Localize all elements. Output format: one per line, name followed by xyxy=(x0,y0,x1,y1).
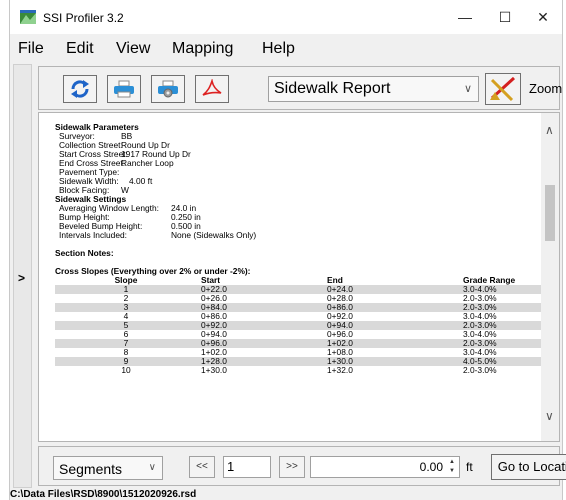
maximize-button[interactable]: ☐ xyxy=(490,6,520,28)
param-row: Beveled Bump Height: 0.500 in xyxy=(55,222,535,231)
chevron-down-icon: ∨ xyxy=(148,462,156,473)
zoom-tools-icon xyxy=(490,76,516,102)
left-panel-toggle[interactable]: > xyxy=(13,64,32,488)
pdf-export-button[interactable] xyxy=(195,75,229,103)
go-to-location-button[interactable]: Go to Location xyxy=(491,454,566,480)
chevron-down-icon: ∨ xyxy=(463,83,472,95)
table-row: 10 1+30.0 1+32.0 2.0-3.0% xyxy=(55,366,543,375)
navigation-bar: Segments ∨ << 1 >> 0.00 ▲ ▼ ft Go to Loca… xyxy=(38,446,566,486)
menu-edit[interactable]: Edit xyxy=(66,40,94,58)
report-type-dropdown[interactable]: Sidewalk Report ∨ xyxy=(268,76,479,102)
report-type-value: Sidewalk Report xyxy=(274,80,391,97)
param-row: Intervals Included: None (Sidewalks Only) xyxy=(55,231,535,240)
menu-mapping[interactable]: Mapping xyxy=(172,40,233,58)
table-cell: 1+32.0 xyxy=(327,365,353,375)
minimize-button[interactable]: — xyxy=(450,6,480,28)
report-content: Sidewalk Parameters Surveyor: BB Collectio… xyxy=(55,123,543,375)
title-bar: SSI Profiler 3.2 — ☐ ✕ xyxy=(10,0,562,34)
param-row: End Cross Street: Rancher Loop xyxy=(55,159,535,168)
settings-list: Averaging Window Length: 24.0 in Bump Heig… xyxy=(55,204,535,240)
param-value: None (Sidewalks Only) xyxy=(171,230,257,240)
distance-input[interactable]: 0.00 ▲ ▼ xyxy=(310,456,460,478)
expand-arrow-icon: > xyxy=(18,271,26,285)
page-number-input[interactable]: 1 xyxy=(223,456,271,478)
cross-slopes-table: Slope Start End Grade Range 1 0+22.0 0+24.… xyxy=(55,276,543,375)
distance-unit: ft xyxy=(466,460,473,474)
menu-file[interactable]: File xyxy=(18,40,44,58)
distance-value: 0.00 xyxy=(419,460,443,474)
menu-help[interactable]: Help xyxy=(262,40,295,58)
print-settings-button[interactable] xyxy=(151,75,185,103)
param-row: Block Facing: W xyxy=(55,186,535,195)
refresh-icon xyxy=(71,80,89,98)
close-button[interactable]: ✕ xyxy=(528,6,558,28)
param-value: W xyxy=(121,185,129,195)
next-page-button[interactable]: >> xyxy=(279,456,305,478)
zoom-label: Zoom xyxy=(529,81,563,96)
refresh-button[interactable] xyxy=(63,75,97,103)
param-value: Rancher Loop xyxy=(121,158,174,168)
report-view[interactable]: Sidewalk Parameters Surveyor: BB Collectio… xyxy=(38,112,560,442)
menu-bar: File Edit View Mapping Help xyxy=(10,34,562,62)
toolbar: Sidewalk Report ∨ Zoom xyxy=(38,66,563,110)
print-settings-icon xyxy=(158,80,178,98)
spinner-icon[interactable]: ▲ ▼ xyxy=(447,458,457,476)
zoom-button[interactable] xyxy=(485,73,521,105)
pdf-icon xyxy=(202,79,222,96)
printer-icon xyxy=(114,80,134,98)
vertical-scrollbar[interactable]: ∧ ∨ xyxy=(541,113,559,441)
params-list: Surveyor: BB Collection Street: Round Up Dr… xyxy=(55,132,535,195)
window-title: SSI Profiler 3.2 xyxy=(43,11,124,25)
menu-view[interactable]: View xyxy=(116,40,150,58)
app-icon xyxy=(20,10,36,24)
app-window: SSI Profiler 3.2 — ☐ ✕ File Edit View Ma… xyxy=(9,0,566,500)
scroll-thumb[interactable] xyxy=(545,185,555,241)
status-file-path: C:\Data Files\RSD\8900\1512020926.rsd xyxy=(10,489,197,500)
scroll-down-icon[interactable]: ∨ xyxy=(545,409,554,423)
scroll-up-icon[interactable]: ∧ xyxy=(545,123,554,137)
param-row: Averaging Window Length: 24.0 in xyxy=(55,204,535,213)
segments-value: Segments xyxy=(59,461,123,477)
param-value: 4.00 ft xyxy=(129,176,153,186)
print-button[interactable] xyxy=(107,75,141,103)
param-row: Pavement Type: xyxy=(55,168,535,177)
table-cell: 2.0-3.0% xyxy=(463,365,497,375)
table-cell: 1+30.0 xyxy=(201,365,227,375)
notes-heading: Section Notes: xyxy=(55,248,114,258)
segments-dropdown[interactable]: Segments ∨ xyxy=(53,456,163,480)
table-cell: 10 xyxy=(121,365,131,375)
param-label: Intervals Included: xyxy=(59,230,127,240)
param-label: Block Facing: xyxy=(59,185,110,195)
prev-page-button[interactable]: << xyxy=(189,456,215,478)
